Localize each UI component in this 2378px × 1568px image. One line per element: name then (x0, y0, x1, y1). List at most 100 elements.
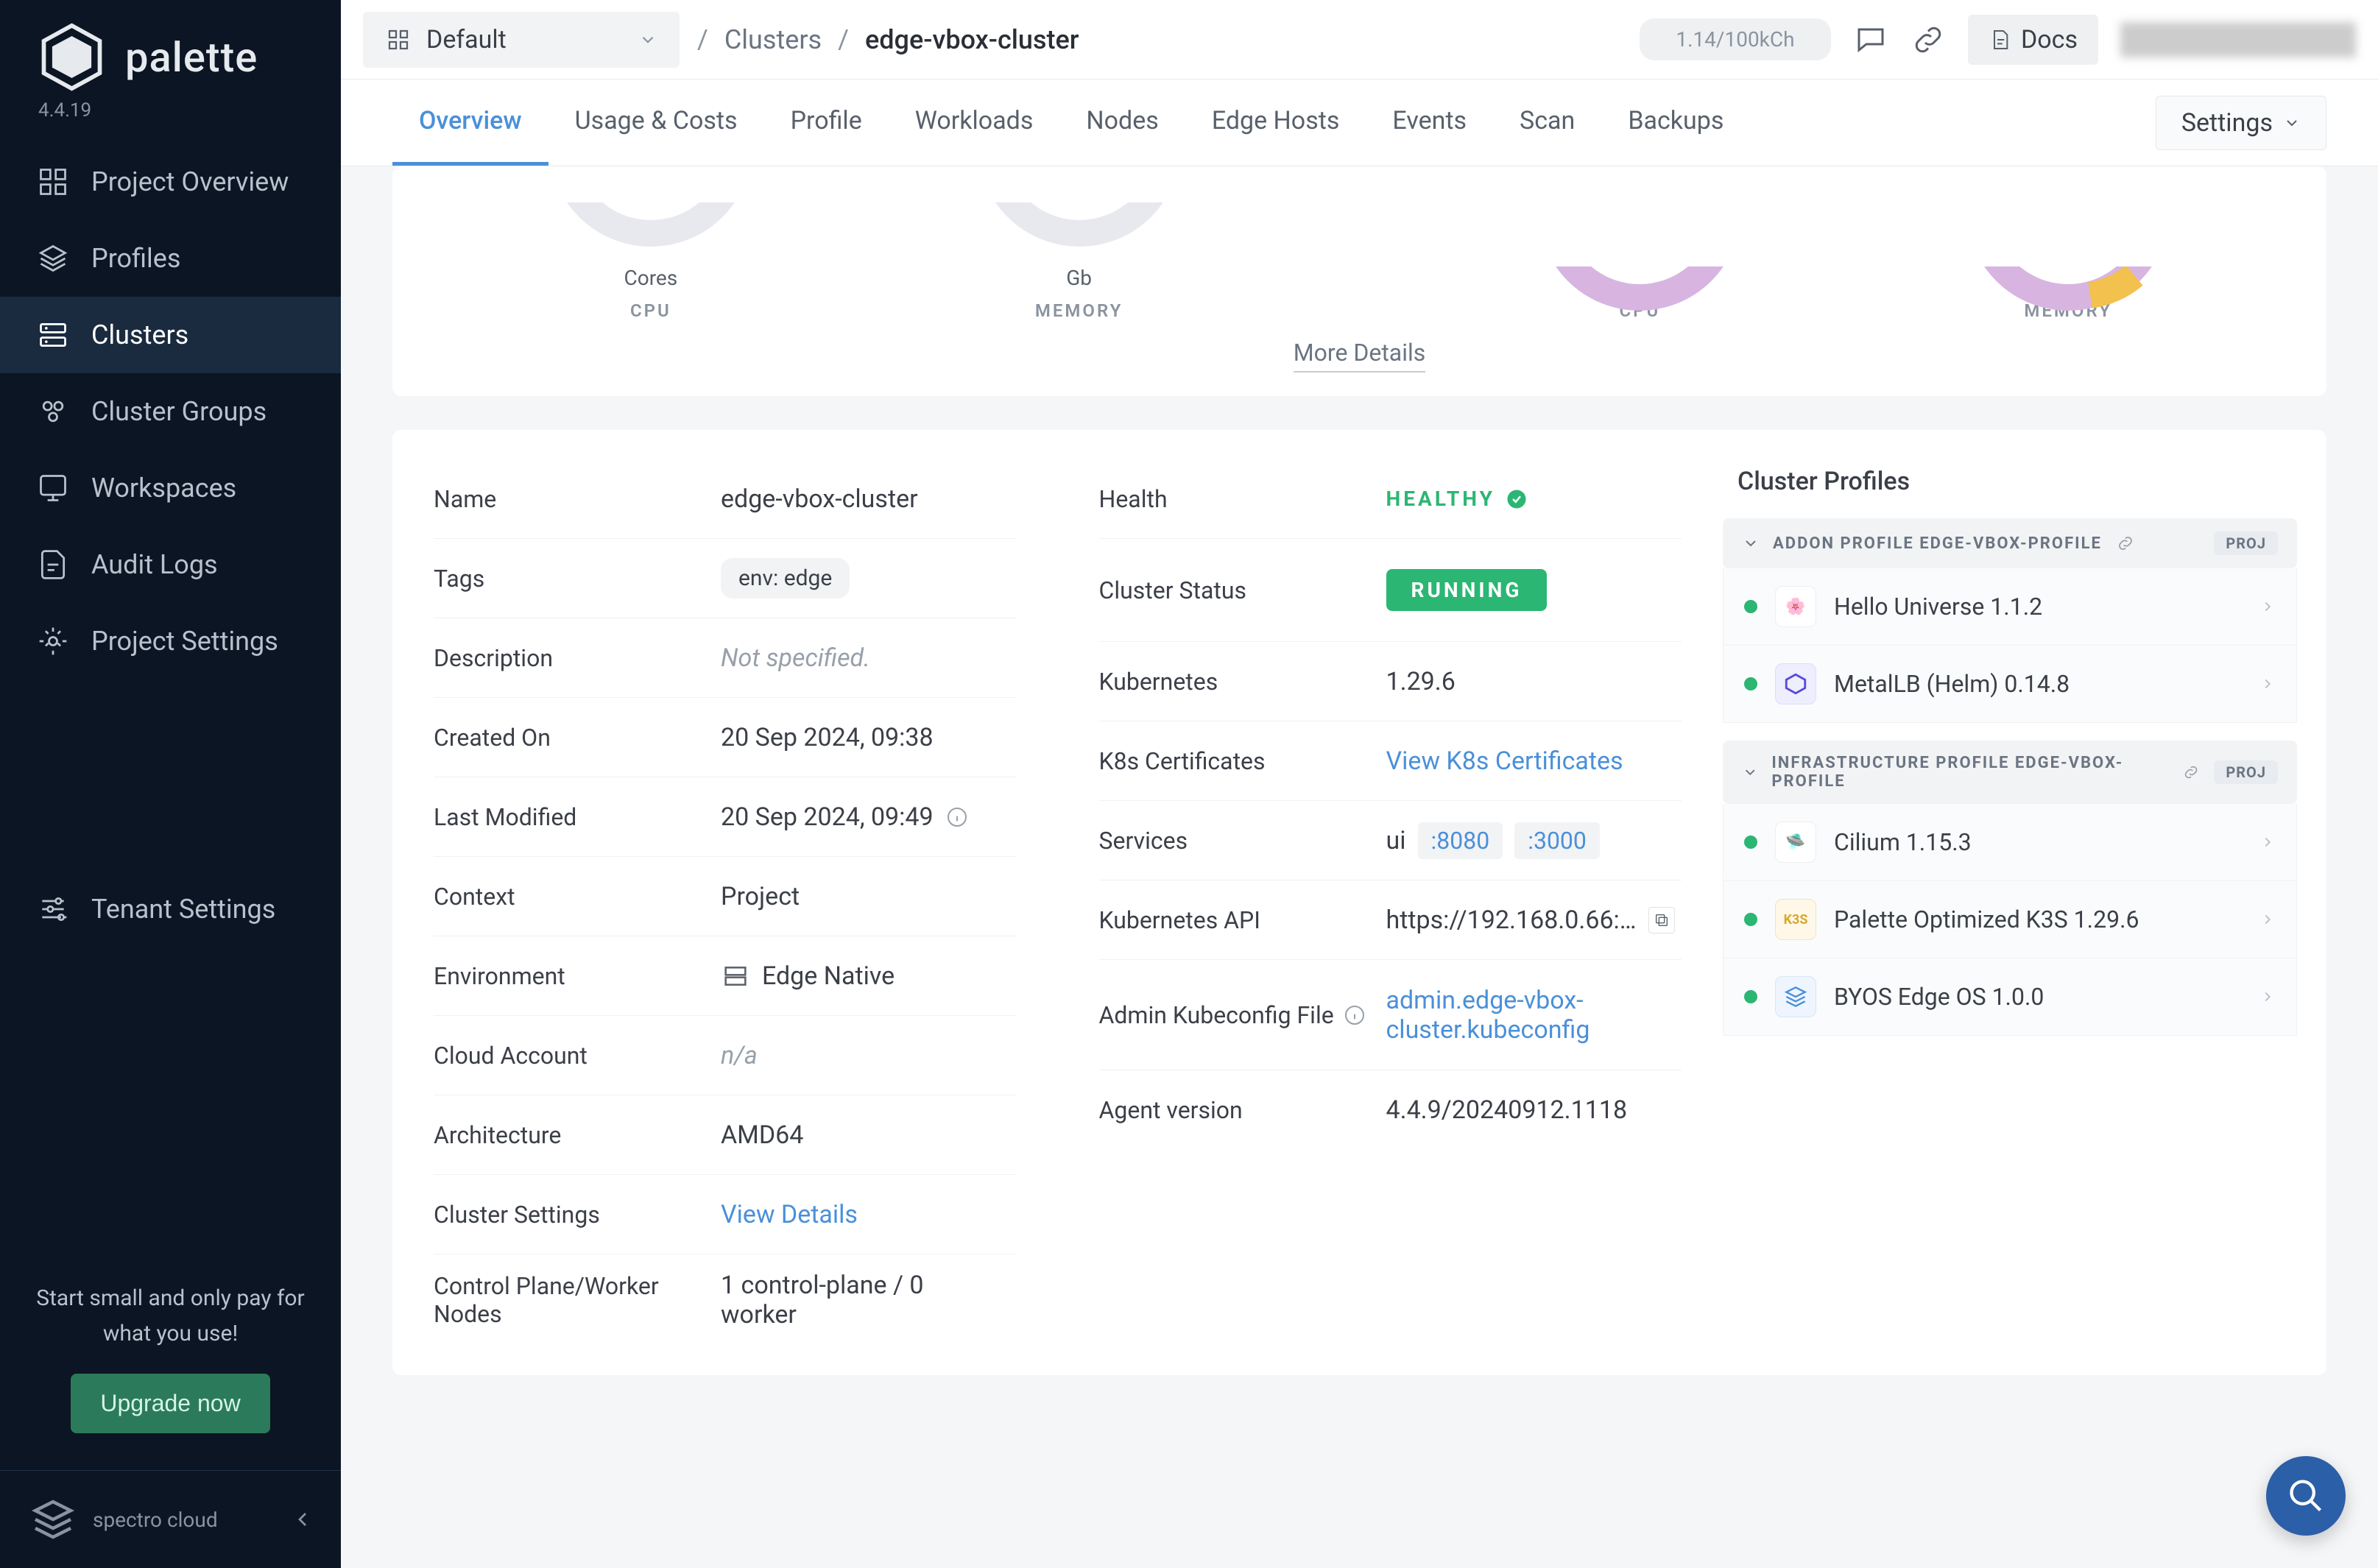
project-selector-value: Default (426, 25, 507, 54)
value-agent: 4.4.9/20240912.1118 (1386, 1095, 1628, 1125)
sidebar-item-label: Workspaces (91, 473, 236, 504)
value-api: https://192.168.0.66:… (1386, 905, 1637, 935)
label-agent: Agent version (1099, 1096, 1386, 1124)
edge-icon (721, 961, 750, 991)
scope-chip: PROJ (2214, 532, 2278, 555)
layer-item[interactable]: MetalLB (Helm) 0.14.8 (1723, 646, 2297, 723)
copy-icon[interactable] (1648, 907, 1675, 933)
layer-item[interactable]: 🛸 Cilium 1.15.3 (1723, 804, 2297, 881)
layer-icon (1775, 976, 1816, 1017)
project-selector[interactable]: Default (363, 12, 680, 68)
sidebar-item-label: Project Overview (91, 166, 289, 197)
tab-events[interactable]: Events (1366, 80, 1493, 166)
cluster-settings-dropdown[interactable]: Settings (2156, 96, 2326, 150)
info-icon[interactable] (1343, 1003, 1366, 1027)
label-cloud: Cloud Account (434, 1042, 721, 1070)
profile-header-infra[interactable]: INFRASTRUCTURE PROFILE EDGE-VBOX-PROFILE… (1723, 741, 2297, 804)
version-label: 4.4.19 (0, 99, 341, 144)
gear-icon (37, 625, 69, 657)
sidebar-item-profiles[interactable]: Profiles (0, 220, 341, 297)
value-description: Not specified. (721, 643, 870, 673)
label-arch: Architecture (434, 1121, 721, 1149)
chevron-right-icon (2259, 989, 2276, 1005)
sidebar-item-clusters[interactable]: Clusters (0, 297, 341, 373)
link-icon (2115, 533, 2136, 554)
gauge-value: Cores (624, 266, 678, 290)
kubeconfig-link[interactable]: admin.edge-vbox-cluster.kubeconfig (1386, 986, 1622, 1045)
view-details-link[interactable]: View Details (721, 1200, 858, 1229)
gauge-label: CPU (630, 300, 671, 321)
chat-icon[interactable] (1853, 22, 1888, 57)
chevron-down-icon (2283, 114, 2301, 132)
value-created: 20 Sep 2024, 09:38 (721, 723, 934, 752)
settings-label: Settings (2181, 108, 2273, 138)
search-shortcut[interactable]: 1.14/100kCh (1640, 18, 1831, 60)
docs-button[interactable]: Docs (1968, 15, 2098, 65)
tab-usage[interactable]: Usage & Costs (548, 80, 764, 166)
collapse-sidebar-icon[interactable] (291, 1508, 314, 1531)
layer-icon (1775, 663, 1816, 704)
layer-item[interactable]: BYOS Edge OS 1.0.0 (1723, 958, 2297, 1036)
sidebar-item-label: Audit Logs (91, 549, 218, 580)
layer-item[interactable]: 🌸 Hello Universe 1.1.2 (1723, 568, 2297, 646)
label-tags: Tags (434, 565, 721, 593)
more-details: More Details (437, 321, 2282, 374)
tab-backups[interactable]: Backups (1601, 80, 1750, 166)
trial-text: Start small and only pay for what you us… (29, 1281, 311, 1352)
user-menu[interactable] (2120, 22, 2356, 57)
view-certs-link[interactable]: View K8s Certificates (1386, 746, 1623, 776)
tab-profile[interactable]: Profile (764, 80, 889, 166)
tab-overview[interactable]: Overview (392, 80, 548, 166)
sidebar-item-project-overview[interactable]: Project Overview (0, 144, 341, 220)
label-api: Kubernetes API (1099, 906, 1386, 934)
doc-icon (1989, 28, 2012, 52)
status-dot-icon (1744, 990, 1757, 1003)
info-icon[interactable] (945, 805, 969, 829)
label-health: Health (1099, 485, 1386, 513)
sidebar-item-workspaces[interactable]: Workspaces (0, 450, 341, 526)
upgrade-button[interactable]: Upgrade now (71, 1374, 269, 1433)
content: Cores CPU Gb MEMORY CPU MEMORY M (341, 166, 2378, 1568)
more-details-link[interactable]: More Details (1294, 339, 1426, 372)
value-health: HEALTHY (1386, 487, 1528, 511)
sidebar-nav: Project Overview Profiles Clusters Clust… (0, 144, 341, 1259)
details-card: Nameedge-vbox-cluster Tagsenv: edge Desc… (392, 430, 2326, 1375)
tab-workloads[interactable]: Workloads (889, 80, 1060, 166)
status-dot-icon (1744, 913, 1757, 926)
layer-name: BYOS Edge OS 1.0.0 (1834, 983, 2242, 1011)
layer-item[interactable]: K3S Palette Optimized K3S 1.29.6 (1723, 881, 2297, 958)
topbar: Default / Clusters / edge-vbox-cluster 1… (341, 0, 2378, 80)
link-icon[interactable] (1910, 22, 1946, 57)
chevron-right-icon (2259, 911, 2276, 928)
main: Default / Clusters / edge-vbox-cluster 1… (341, 0, 2378, 1568)
sliders-icon (37, 893, 69, 925)
gauge-cpu-left: Cores CPU (540, 202, 761, 321)
sidebar-item-tenant-settings[interactable]: Tenant Settings (0, 871, 341, 947)
label-environment: Environment (434, 962, 721, 990)
label-services: Services (1099, 827, 1386, 855)
server-icon (37, 319, 69, 351)
vendor-footer: spectro cloud (0, 1470, 341, 1568)
group-icon (37, 395, 69, 428)
service-port-2[interactable]: :3000 (1514, 822, 1600, 859)
service-port-1[interactable]: :8080 (1418, 822, 1503, 859)
value-modified: 20 Sep 2024, 09:49 (721, 802, 934, 832)
tab-scan[interactable]: Scan (1493, 80, 1601, 166)
sidebar-item-audit-logs[interactable]: Audit Logs (0, 526, 341, 603)
help-fab[interactable] (2266, 1456, 2346, 1536)
profile-header-addon[interactable]: ADDON PROFILE EDGE-VBOX-PROFILE PROJ (1723, 518, 2297, 568)
details-col-middle: HealthHEALTHY Cluster StatusRUNNING Kube… (1058, 459, 1723, 1346)
status-dot-icon (1744, 677, 1757, 691)
tab-nodes[interactable]: Nodes (1059, 80, 1185, 166)
layer-icon: 🌸 (1775, 586, 1816, 627)
label-k8s: Kubernetes (1099, 668, 1386, 696)
sidebar-item-cluster-groups[interactable]: Cluster Groups (0, 373, 341, 450)
sidebar-item-project-settings[interactable]: Project Settings (0, 603, 341, 679)
brand-name: palette (125, 33, 258, 82)
docs-label: Docs (2021, 25, 2078, 54)
tab-edge-hosts[interactable]: Edge Hosts (1185, 80, 1366, 166)
breadcrumb-parent[interactable]: Clusters (724, 24, 822, 55)
value-cp-nodes: 1 control-plane / 0 worker (721, 1271, 978, 1329)
chevron-right-icon (2259, 676, 2276, 692)
value-k8s: 1.29.6 (1386, 667, 1456, 696)
